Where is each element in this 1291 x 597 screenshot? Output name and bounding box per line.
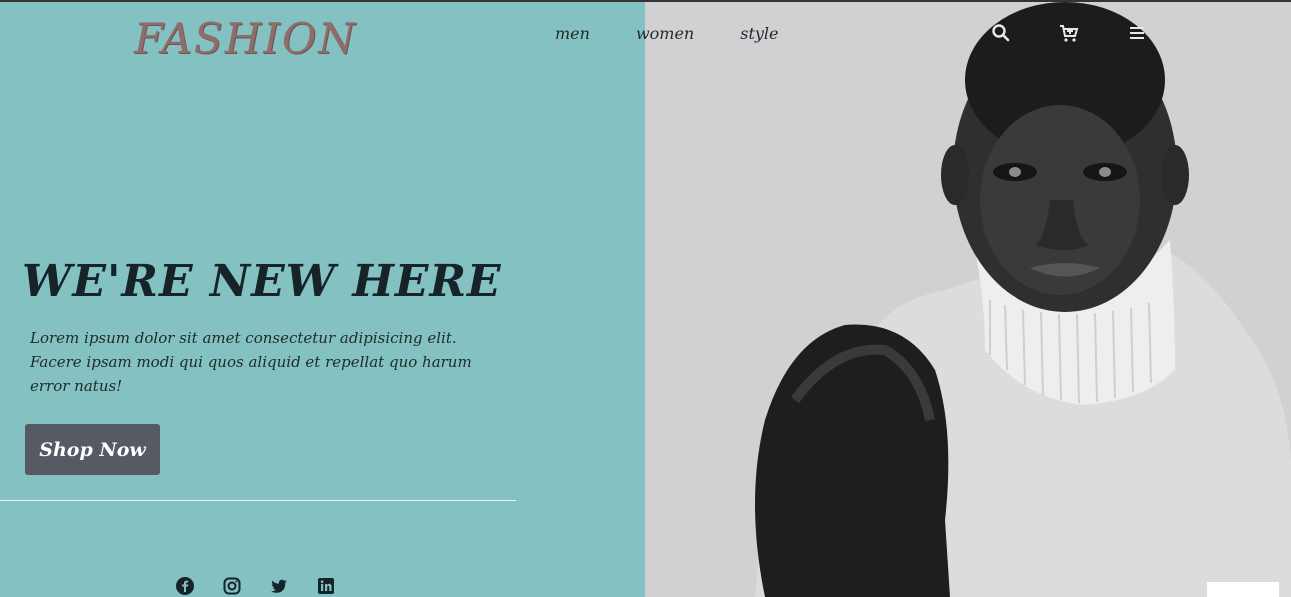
twitter-icon[interactable] — [269, 576, 289, 596]
top-border — [0, 0, 1291, 2]
brand-logo[interactable]: FASHION — [134, 14, 357, 63]
model-portrait-image — [755, 2, 1291, 597]
linkedin-icon[interactable] — [316, 576, 336, 596]
search-icon[interactable] — [990, 22, 1012, 44]
nav-link-women[interactable]: women — [636, 24, 694, 43]
shop-now-button[interactable]: Shop Now — [25, 424, 160, 475]
hero-title: WE'RE NEW HERE — [22, 256, 502, 307]
hero-image-panel — [645, 0, 1291, 597]
header-icons — [990, 22, 1148, 44]
main-nav: men women style — [555, 24, 779, 43]
cart-icon[interactable] — [1058, 22, 1080, 44]
social-links — [175, 576, 336, 596]
nav-link-style[interactable]: style — [740, 24, 778, 43]
facebook-icon[interactable] — [175, 576, 195, 596]
hero-description: Lorem ipsum dolor sit amet consectetur a… — [30, 329, 472, 395]
divider — [0, 500, 516, 501]
instagram-icon[interactable] — [222, 576, 242, 596]
nav-link-men[interactable]: men — [555, 24, 590, 43]
scroll-top-button[interactable] — [1207, 582, 1279, 597]
menu-icon[interactable] — [1126, 22, 1148, 44]
